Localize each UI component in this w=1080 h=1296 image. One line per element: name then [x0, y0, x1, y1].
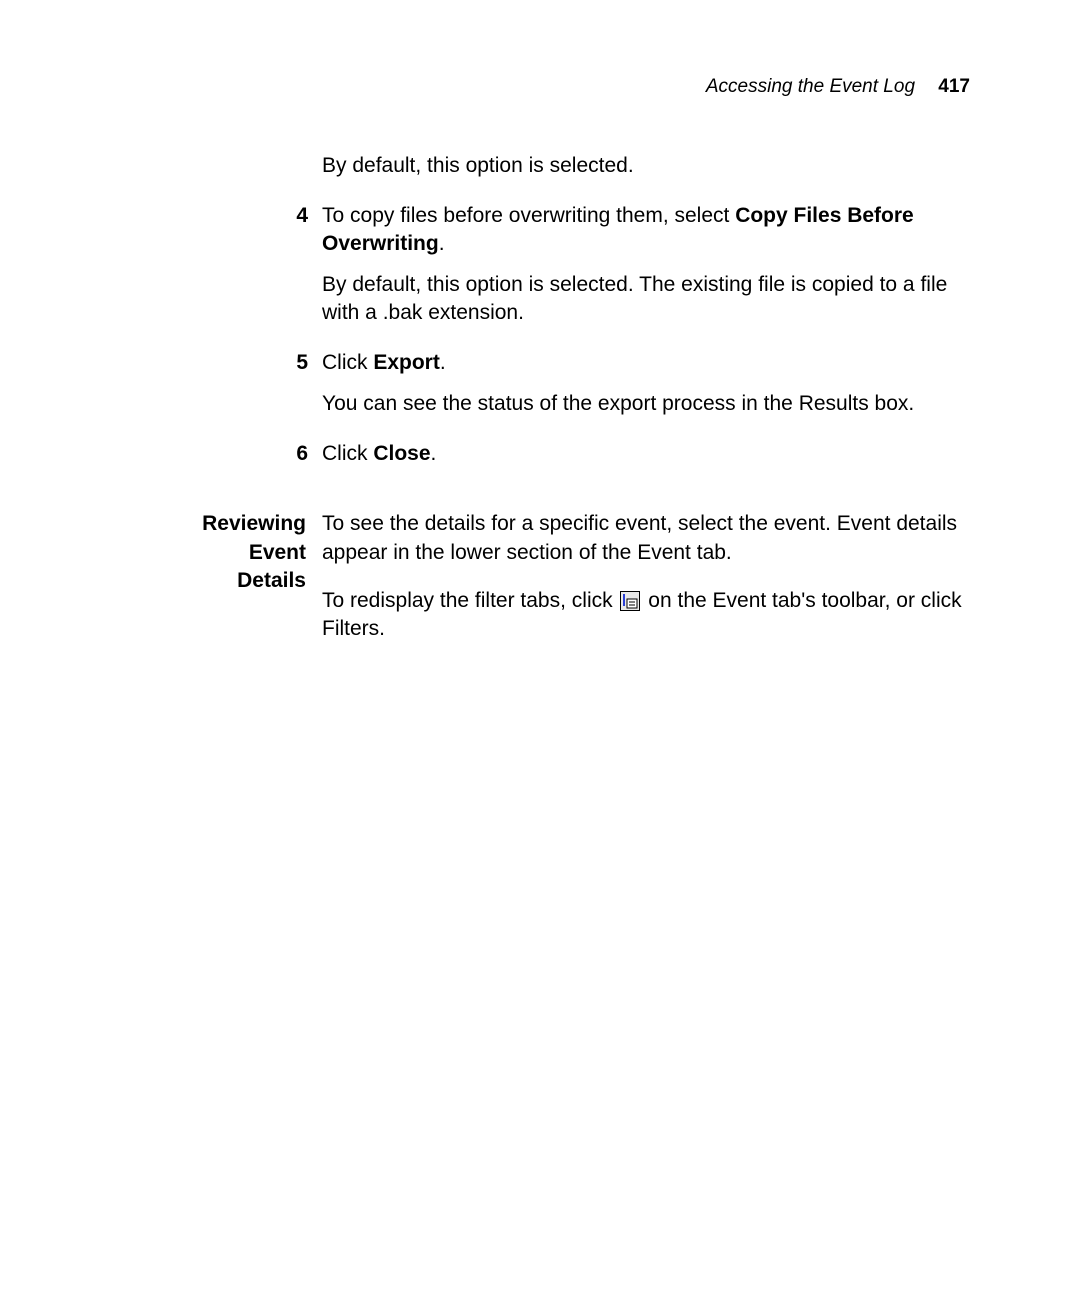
step4-detail: By default, this option is selected. The…	[322, 271, 970, 328]
step4-lead: To copy files before overwriting them, s…	[322, 204, 735, 227]
step5-instruction: Click Export.	[322, 349, 970, 377]
section-p1: To see the details for a specific event,…	[322, 510, 970, 567]
section-p2: To redisplay the filter tabs, click on t…	[322, 587, 970, 644]
intro-body: By default, this option is selected.	[322, 152, 970, 192]
section-heading: Reviewing Event Details	[150, 510, 322, 595]
section-body: To see the details for a specific event,…	[322, 510, 970, 655]
step4-tail: .	[439, 232, 445, 255]
step6-tail: .	[431, 442, 437, 465]
step6-bold: Close	[373, 442, 430, 465]
step-row: 5 Click Export. You can see the status o…	[150, 349, 970, 430]
step5-lead: Click	[322, 351, 373, 374]
step-row: 6 Click Close.	[150, 440, 970, 480]
step-number: 5	[150, 349, 322, 377]
step4-instruction: To copy files before overwriting them, s…	[322, 202, 970, 259]
step6-lead: Click	[322, 442, 373, 465]
step-number: 6	[150, 440, 322, 468]
running-header: Accessing the Event Log 417	[150, 74, 970, 100]
section-heading-line1: Reviewing Event	[202, 512, 306, 563]
running-title: Accessing the Event Log	[706, 76, 915, 97]
step6-instruction: Click Close.	[322, 440, 970, 468]
filter-toolbar-icon	[620, 591, 640, 611]
page: Accessing the Event Log 417 By default, …	[0, 0, 1080, 1296]
page-number: 417	[938, 76, 970, 97]
section-heading-line2: Details	[237, 569, 306, 592]
intro-row: By default, this option is selected.	[150, 152, 970, 192]
step-body: Click Export. You can see the status of …	[322, 349, 970, 430]
section-row: Reviewing Event Details To see the detai…	[150, 510, 970, 655]
step-body: To copy files before overwriting them, s…	[322, 202, 970, 339]
step-row: 4 To copy files before overwriting them,…	[150, 202, 970, 339]
step-body: Click Close.	[322, 440, 970, 480]
step5-bold: Export	[373, 351, 440, 374]
step5-tail: .	[440, 351, 446, 374]
step-number: 4	[150, 202, 322, 230]
intro-text: By default, this option is selected.	[322, 152, 970, 180]
step5-detail: You can see the status of the export pro…	[322, 390, 970, 418]
section-p2-lead: To redisplay the filter tabs, click	[322, 589, 618, 612]
